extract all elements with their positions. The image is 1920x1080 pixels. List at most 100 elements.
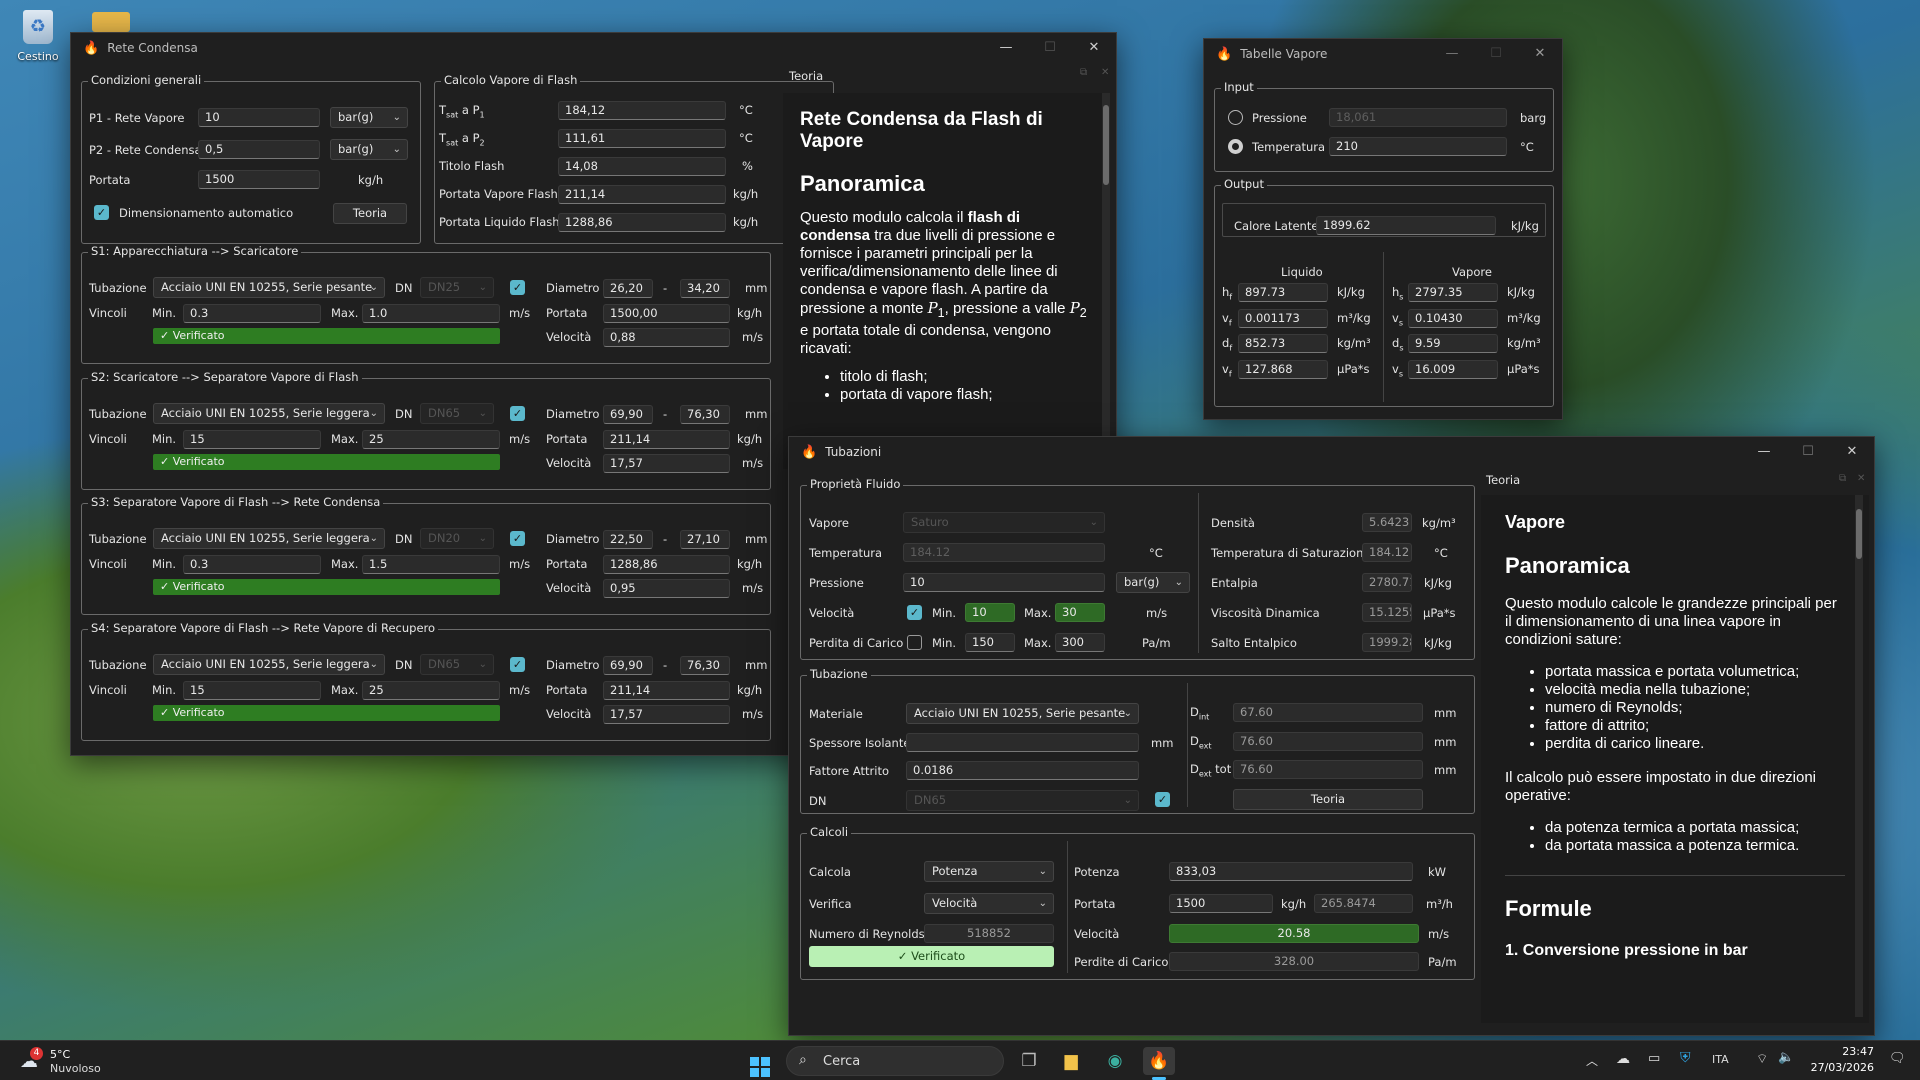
start-button[interactable]: [744, 1047, 776, 1077]
task-view-icon[interactable]: ❐: [1013, 1047, 1045, 1075]
dn-auto-checkbox[interactable]: ✓: [510, 406, 525, 421]
max-input[interactable]: 1.5: [362, 555, 500, 574]
tubazione-select[interactable]: Acciaio UNI EN 10255, Serie leggera ⌄: [153, 528, 385, 549]
volume-icon[interactable]: 🔈: [1778, 1050, 1794, 1065]
pressione-input[interactable]: 18,061: [1329, 108, 1507, 127]
minimize-button[interactable]: —: [1742, 437, 1786, 467]
title-bar[interactable]: 🔥 Rete Condensa — ☐ ✕: [71, 33, 1116, 63]
chevron-down-icon: ⌄: [1089, 517, 1098, 528]
folder-icon[interactable]: [92, 12, 130, 32]
portata-input[interactable]: 1500: [1169, 894, 1273, 913]
dn-select[interactable]: DN65 ⌄: [420, 403, 494, 424]
min-input[interactable]: 0.3: [183, 555, 321, 574]
tubazione-select[interactable]: Acciaio UNI EN 10255, Serie leggera ⌄: [153, 403, 385, 424]
vel-max-input[interactable]: 30: [1055, 603, 1105, 622]
tsat-p2-value: 111,61: [558, 129, 726, 148]
vel-unit: m/s: [1146, 606, 1168, 620]
scrollbar-thumb[interactable]: [1103, 105, 1109, 185]
onedrive-icon[interactable]: ☁: [1616, 1051, 1630, 1067]
close-button[interactable]: ✕: [1830, 437, 1874, 467]
vincoli-label: Vincoli: [89, 432, 127, 446]
notification-icon[interactable]: 🗨: [1889, 1051, 1906, 1066]
viscosita-unit: µPa*s: [1423, 606, 1456, 620]
dn-auto-checkbox[interactable]: ✓: [510, 280, 525, 295]
vapore-title: Vapore: [1452, 265, 1492, 279]
max-label: Max.: [331, 683, 359, 697]
max-input[interactable]: 25: [362, 681, 500, 700]
pane-float-icon[interactable]: ⧉: [1839, 473, 1846, 484]
temperatura-input[interactable]: 210: [1329, 137, 1507, 156]
temperatura-unit: °C: [1149, 546, 1163, 560]
verifica-select[interactable]: Velocità ⌄: [924, 893, 1054, 914]
vapore-select[interactable]: Saturo ⌄: [903, 512, 1105, 533]
min-input[interactable]: 0.3: [183, 304, 321, 323]
title-bar[interactable]: 🔥 Tubazioni — ☐ ✕: [789, 437, 1874, 467]
maximize-button[interactable]: ☐: [1028, 33, 1072, 63]
min-input[interactable]: 15: [183, 681, 321, 700]
p1-input[interactable]: 10: [198, 108, 320, 127]
pressione-radio[interactable]: [1228, 110, 1243, 125]
tubazione-select[interactable]: Acciaio UNI EN 10255, Serie pesante ⌄: [153, 277, 385, 298]
edge-browser-icon[interactable]: ◉: [1099, 1047, 1131, 1075]
pressione-unit-select[interactable]: bar(g) ⌄: [1116, 572, 1190, 593]
pane-close-icon[interactable]: ✕: [1101, 67, 1109, 78]
clock-date[interactable]: 27/03/2026: [1810, 1061, 1874, 1074]
dn-auto-checkbox[interactable]: ✓: [510, 531, 525, 546]
teoria-button[interactable]: Teoria: [333, 203, 407, 224]
defender-shield-icon[interactable]: ⛨: [1680, 1050, 1691, 1066]
clock-time[interactable]: 23:47: [1828, 1045, 1874, 1058]
vel-min-input[interactable]: 10: [965, 603, 1015, 622]
dn-select[interactable]: DN20 ⌄: [420, 528, 494, 549]
materiale-select[interactable]: Acciaio UNI EN 10255, Serie pesante ⌄: [906, 703, 1139, 724]
potenza-input[interactable]: 833,03: [1169, 862, 1413, 881]
minimize-button[interactable]: —: [1430, 39, 1474, 69]
scrollbar-thumb[interactable]: [1856, 509, 1862, 559]
maximize-button[interactable]: ☐: [1474, 39, 1518, 69]
pdc-max-input[interactable]: 300: [1055, 633, 1105, 652]
recycle-bin[interactable]: ♻ Cestino: [8, 8, 68, 74]
flame-app-icon[interactable]: 🔥: [1143, 1047, 1175, 1075]
dn-auto-checkbox[interactable]: ✓: [1155, 792, 1170, 807]
group-legend: Condizioni generali: [88, 73, 205, 87]
doc-heading: Formule: [1505, 896, 1592, 921]
liquido-flash-unit: kg/h: [733, 215, 759, 229]
p2-input[interactable]: 0,5: [198, 140, 320, 159]
tubazione-select[interactable]: Acciaio UNI EN 10255, Serie leggera ⌄: [153, 654, 385, 675]
teoria-button[interactable]: Teoria: [1233, 789, 1423, 810]
max-input[interactable]: 1.0: [362, 304, 500, 323]
minimize-button[interactable]: —: [984, 33, 1028, 63]
pdc-checkbox[interactable]: [907, 635, 922, 650]
portata-input[interactable]: 1500: [198, 170, 320, 189]
min-input[interactable]: 15: [183, 430, 321, 449]
file-explorer-icon[interactable]: ▆: [1055, 1047, 1087, 1075]
pdc-min-input[interactable]: 150: [965, 633, 1015, 652]
wifi-icon[interactable]: ⌔: [1756, 1051, 1768, 1067]
portata-label: Portata: [546, 557, 588, 571]
close-button[interactable]: ✕: [1518, 39, 1562, 69]
scrollbar[interactable]: [1855, 495, 1863, 1017]
spessore-input[interactable]: [906, 733, 1139, 752]
max-input[interactable]: 25: [362, 430, 500, 449]
close-button[interactable]: ✕: [1072, 33, 1116, 63]
p2-unit-select[interactable]: bar(g) ⌄: [330, 139, 408, 160]
velocita-checkbox[interactable]: ✓: [907, 605, 922, 620]
dn-select[interactable]: DN25 ⌄: [420, 277, 494, 298]
dn-select[interactable]: DN65 ⌄: [420, 654, 494, 675]
dn-auto-checkbox[interactable]: ✓: [510, 657, 525, 672]
pane-close-icon[interactable]: ✕: [1857, 473, 1865, 484]
language-indicator[interactable]: ITA: [1712, 1053, 1729, 1066]
chevron-up-icon[interactable]: ︿: [1586, 1052, 1598, 1069]
temperatura-radio[interactable]: [1228, 139, 1243, 154]
pane-float-icon[interactable]: ⧉: [1080, 67, 1087, 78]
p1-unit-select[interactable]: bar(g) ⌄: [330, 107, 408, 128]
pressione-input[interactable]: 10: [903, 573, 1105, 592]
maximize-button[interactable]: ☐: [1786, 437, 1830, 467]
title-bar[interactable]: 🔥 Tabelle Vapore — ☐ ✕: [1204, 39, 1562, 69]
weather-widget[interactable]: ☁ 4 5°C Nuvoloso: [16, 1045, 136, 1077]
network-device-icon[interactable]: ▭: [1648, 1051, 1660, 1066]
search-box[interactable]: ⌕ Cerca: [786, 1046, 1004, 1076]
auto-dimension-checkbox[interactable]: ✓: [94, 205, 109, 220]
dn-select[interactable]: DN65 ⌄: [906, 790, 1139, 811]
calcola-select[interactable]: Potenza ⌄: [924, 861, 1054, 882]
scrollbar[interactable]: [1102, 93, 1110, 469]
